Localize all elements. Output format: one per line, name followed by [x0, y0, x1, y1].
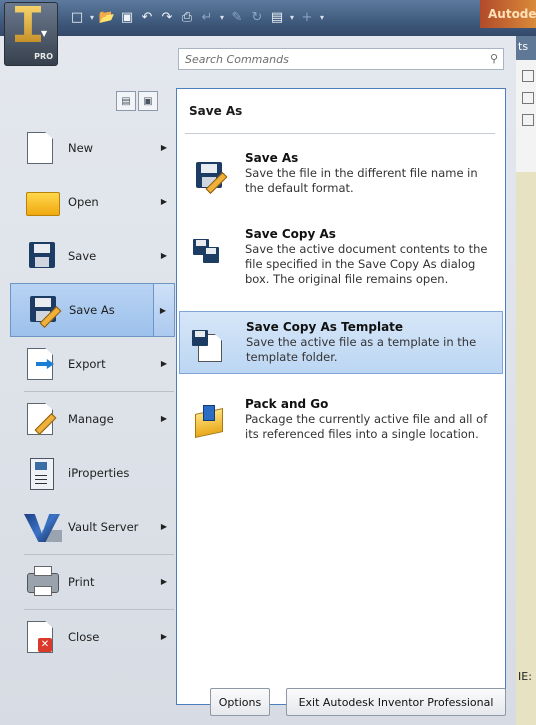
submenu-item-title: Save Copy As: [245, 227, 336, 241]
application-menu-button[interactable]: ▼ PRO: [4, 2, 58, 66]
new-dropdown-icon[interactable]: ▾: [88, 8, 96, 26]
close-document-icon: ✕: [24, 620, 58, 654]
menu-command-list: New ▶ Open ▶ Save ▶ Save As ▶ Export ▶ M…: [10, 121, 175, 664]
search-box: ⚲: [178, 48, 504, 70]
edition-badge: PRO: [34, 52, 53, 61]
menu-item-close[interactable]: ✕ Close ▶: [10, 610, 175, 664]
save-icon[interactable]: ▣: [118, 8, 136, 26]
exit-button[interactable]: Exit Autodesk Inventor Professional: [286, 688, 506, 716]
submenu-arrow-icon: ▶: [160, 577, 167, 586]
manage-icon: [24, 402, 58, 436]
submenu-divider: [185, 133, 495, 134]
menu-item-label: Print: [68, 575, 95, 589]
submenu-arrow-icon: ▶: [159, 306, 166, 315]
submenu-item-description: Package the currently active file and al…: [245, 412, 488, 441]
background-window-edge: ts IE:: [516, 36, 536, 725]
vault-icon: [24, 510, 62, 544]
new-icon[interactable]: □: [68, 8, 86, 26]
menu-item-open[interactable]: Open ▶: [10, 175, 175, 229]
submenu-arrow-icon: ▶: [160, 197, 167, 206]
menu-item-label: Manage: [68, 412, 114, 426]
floppy-disk-icon: [24, 239, 58, 273]
menu-item-print[interactable]: Print ▶: [10, 555, 175, 609]
return-dropdown-icon[interactable]: ▾: [218, 8, 226, 26]
iproperties-icon: [24, 456, 58, 490]
submenu-arrow-icon: ▶: [160, 414, 167, 423]
update-icon[interactable]: ↻: [248, 8, 266, 26]
menu-item-manage[interactable]: Manage ▶: [10, 392, 175, 446]
title-bar: □ ▾ 📂 ▣ ↶ ↷ ⎙ ↵ ▾ ✎ ↻ ▤ ▾ + ▾ Autodesk: [0, 0, 536, 36]
submenu-item-title: Pack and Go: [245, 397, 329, 411]
return-icon[interactable]: ↵: [198, 8, 216, 26]
printer-icon: [24, 565, 59, 599]
submenu-item-description: Save the file in the different file name…: [245, 166, 478, 195]
undo-icon[interactable]: ↶: [138, 8, 156, 26]
save-as-icon: [25, 293, 62, 328]
menu-item-vault-server[interactable]: Vault Server ▶: [10, 500, 175, 554]
save-as-submenu: Save As Save As Save the file in the dif…: [176, 88, 506, 705]
save-copy-as-template-icon: [192, 328, 226, 362]
browser-node-icon: [522, 114, 534, 126]
add-icon[interactable]: +: [298, 8, 316, 26]
brand-label: Autodesk: [480, 0, 536, 28]
menu-item-export[interactable]: Export ▶: [10, 337, 175, 391]
search-icon[interactable]: ⚲: [490, 52, 498, 65]
sketch-icon[interactable]: ✎: [228, 8, 246, 26]
submenu-arrow-icon: ▶: [160, 251, 167, 260]
customize-dropdown-icon[interactable]: ▾: [318, 8, 326, 26]
submenu-item-title: Save As: [245, 151, 299, 165]
application-menu: ⚲ ▤ ▣ New ▶ Open ▶ Save ▶ Save As ▶: [0, 36, 516, 725]
save-as-icon: [191, 159, 228, 194]
submenu-arrow-icon: ▶: [160, 632, 167, 641]
submenu-arrow-icon: ▶: [160, 359, 167, 368]
submenu-item-save-copy-as[interactable]: Save Copy As Save the active document co…: [179, 219, 503, 295]
search-commands-input[interactable]: [179, 49, 481, 69]
submenu-item-description: Save the active document contents to the…: [245, 242, 488, 286]
chevron-down-icon: ▼: [41, 29, 48, 38]
save-copy-as-icon: [191, 235, 225, 269]
submenu-item-save-copy-as-template[interactable]: Save Copy As Template Save the active fi…: [179, 311, 503, 374]
submenu-arrow-icon: ▶: [160, 143, 167, 152]
menu-item-save-as[interactable]: Save As ▶: [10, 283, 175, 337]
menu-item-label: Export: [68, 357, 106, 371]
view-toggles: ▤ ▣: [116, 91, 158, 111]
export-icon: [24, 347, 58, 381]
recent-documents-icon[interactable]: ▤: [116, 91, 136, 111]
redo-icon[interactable]: ↷: [158, 8, 176, 26]
select-dropdown-icon[interactable]: ▾: [288, 8, 296, 26]
submenu-item-pack-and-go[interactable]: Pack and Go Package the currently active…: [179, 389, 503, 450]
menu-item-label: Save: [68, 249, 97, 263]
open-documents-icon[interactable]: ▣: [138, 91, 158, 111]
menu-item-label: New: [68, 141, 94, 155]
menu-item-label: Open: [68, 195, 99, 209]
menu-item-new[interactable]: New ▶: [10, 121, 175, 175]
submenu-arrow-icon: ▶: [160, 522, 167, 531]
menu-item-iproperties[interactable]: iProperties: [10, 446, 175, 500]
folder-icon: [24, 185, 60, 219]
quick-access-toolbar: □ ▾ 📂 ▣ ↶ ↷ ⎙ ↵ ▾ ✎ ↻ ▤ ▾ + ▾: [68, 8, 326, 26]
options-button[interactable]: Options: [210, 688, 270, 716]
inventor-logo-icon: [15, 6, 41, 42]
menu-item-label: Save As: [69, 303, 115, 317]
menu-item-label: iProperties: [68, 466, 130, 480]
submenu-item-save-as[interactable]: Save As Save the file in the different f…: [179, 143, 503, 204]
open-icon[interactable]: 📂: [98, 8, 116, 26]
background-text-fragment: IE:: [518, 670, 532, 683]
menu-item-label: Close: [68, 630, 100, 644]
submenu-title: Save As: [189, 104, 243, 118]
submenu-item-title: Save Copy As Template: [246, 320, 404, 334]
browser-node-icon: [522, 70, 534, 82]
submenu-item-description: Save the active file as a template in th…: [246, 335, 477, 364]
menu-item-save[interactable]: Save ▶: [10, 229, 175, 283]
new-document-icon: [24, 131, 58, 165]
pack-and-go-icon: [191, 405, 225, 439]
menu-item-label: Vault Server: [68, 520, 139, 534]
browser-node-icon: [522, 92, 534, 104]
select-icon[interactable]: ▤: [268, 8, 286, 26]
background-tab-fragment: ts: [518, 40, 529, 53]
print-icon[interactable]: ⎙: [178, 8, 196, 26]
